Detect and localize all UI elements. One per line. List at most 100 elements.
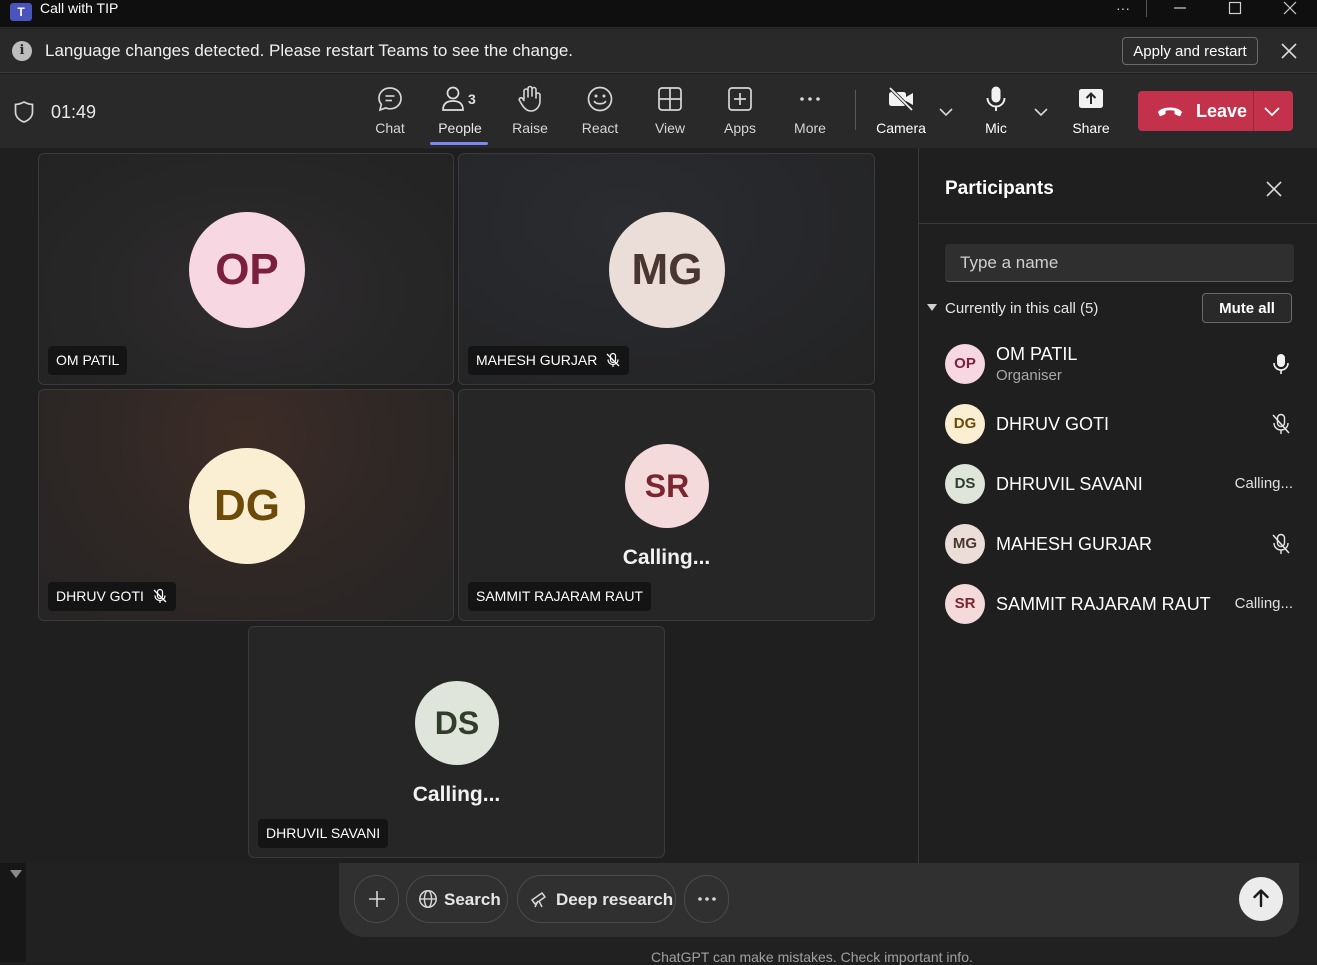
banner-close-icon[interactable]: [1276, 38, 1302, 64]
video-tile-dhruvil-savani[interactable]: DS Calling... DHRUVIL SAVANI: [248, 626, 665, 858]
send-button[interactable]: [1239, 877, 1283, 921]
participant-row[interactable]: MG MAHESH GURJAR: [919, 516, 1317, 572]
raise-hand-button[interactable]: Raise: [498, 84, 562, 144]
people-count-badge: 3: [468, 91, 476, 107]
participant-name: DHRUV GOTI: [996, 414, 1110, 434]
avatar: MG: [945, 524, 985, 564]
more-button[interactable]: More: [778, 84, 842, 144]
participant-name: OM PATIL: [996, 344, 1078, 364]
microphone-icon: [986, 86, 1006, 111]
react-button[interactable]: React: [568, 84, 632, 144]
telescope-icon: [531, 892, 546, 908]
mic-options-chevron-icon[interactable]: [1031, 102, 1051, 122]
chat-label: Chat: [375, 120, 405, 136]
info-icon: i: [12, 41, 32, 61]
section-label: Currently in this call (5): [945, 300, 1099, 317]
deep-research-label: Deep research: [556, 890, 674, 909]
react-label: React: [581, 120, 619, 136]
disclaimer-text: ChatGPT can make mistakes. Check importa…: [651, 949, 973, 965]
calling-status: Calling...: [622, 546, 711, 569]
mic-muted-icon[interactable]: [1270, 412, 1292, 441]
title-bar: T Call with TIP ···: [0, 0, 1317, 28]
calling-status: Calling...: [412, 783, 501, 806]
people-button[interactable]: 3 People: [428, 84, 492, 145]
participant-name: SAMMIT RAJARAM RAUT: [996, 594, 1211, 614]
people-icon: [442, 86, 464, 111]
teams-logo-icon: T: [10, 3, 32, 21]
participant-search-input[interactable]: [945, 244, 1294, 282]
view-button[interactable]: View: [638, 84, 702, 144]
calling-status: Calling...: [1234, 475, 1293, 492]
deep-research-button[interactable]: Deep research: [517, 875, 676, 923]
video-tile-om-patil[interactable]: OP OM PATIL: [38, 153, 454, 385]
globe-icon: [419, 890, 437, 908]
minimize-button[interactable]: [1160, 0, 1200, 17]
banner-message: Language changes detected. Please restar…: [45, 41, 573, 60]
people-label: People: [438, 120, 482, 136]
search-tool-label: Search: [444, 890, 501, 909]
mic-muted-icon: [606, 352, 620, 367]
video-tile-sammit-rajaram-raut[interactable]: SR Calling... SAMMIT RAJARAM RAUT: [458, 389, 875, 621]
search-tool-button[interactable]: Search: [406, 875, 508, 923]
mute-all-button[interactable]: Mute all: [1202, 293, 1292, 323]
video-tile-mahesh-gurjar[interactable]: MG MAHESH GURJAR: [458, 153, 875, 385]
smiley-icon: [587, 86, 613, 112]
leave-options-chevron-icon[interactable]: [1261, 102, 1283, 120]
collapse-triangle-icon: [927, 304, 937, 312]
participant-name: DHRUV GOTI: [56, 588, 144, 604]
notification-banner: i Language changes detected. Please rest…: [0, 29, 1317, 73]
plus-icon: [369, 891, 385, 907]
mic-muted-icon[interactable]: [1270, 532, 1292, 561]
video-tile-dhruv-goti[interactable]: DG DHRUV GOTI: [38, 389, 454, 621]
share-screen-icon: [1079, 89, 1103, 108]
participant-row[interactable]: SR SAMMIT RAJARAM RAUT Calling...: [919, 576, 1317, 632]
leave-button[interactable]: Leave: [1138, 91, 1293, 131]
microphone-icon[interactable]: [1270, 352, 1292, 381]
participant-name-tag: DHRUVIL SAVANI: [258, 819, 389, 848]
dropdown-triangle-icon[interactable]: [10, 870, 22, 878]
participant-row[interactable]: DS DHRUVIL SAVANI Calling...: [919, 456, 1317, 512]
mic-muted-icon: [153, 588, 167, 603]
participant-row[interactable]: DG DHRUV GOTI: [919, 396, 1317, 452]
call-toolbar: 01:49 Chat 3 People Raise React View App…: [0, 74, 1317, 148]
panel-close-icon[interactable]: [1263, 178, 1285, 200]
apps-label: Apps: [724, 120, 756, 136]
camera-button[interactable]: Camera: [869, 84, 933, 144]
participant-name: OM PATIL: [56, 352, 120, 368]
raise-label: Raise: [512, 120, 548, 136]
add-attachment-button[interactable]: [354, 875, 399, 923]
participant-name: DHRUVIL SAVANI: [266, 825, 381, 841]
chat-icon: [378, 87, 402, 112]
leave-label: Leave: [1196, 101, 1248, 121]
chat-composer: Search Deep research: [339, 863, 1299, 937]
apply-and-restart-button[interactable]: Apply and restart: [1122, 37, 1258, 65]
more-tools-button[interactable]: [684, 875, 729, 923]
close-window-button[interactable]: [1270, 0, 1310, 17]
mic-button[interactable]: Mic: [964, 84, 1028, 144]
share-label: Share: [1072, 120, 1110, 136]
more-label: More: [794, 120, 826, 136]
in-call-section-header[interactable]: Currently in this call (5): [927, 300, 1098, 317]
shield-icon: [13, 100, 35, 129]
video-stage: OP OM PATIL MG MAHESH GURJAR DG DHRUV GO…: [0, 148, 918, 863]
camera-label: Camera: [876, 120, 926, 136]
chat-button[interactable]: Chat: [358, 84, 422, 144]
participant-role: Organiser: [996, 367, 1062, 384]
camera-options-chevron-icon[interactable]: [936, 102, 956, 122]
add-app-icon: [728, 87, 752, 111]
avatar: MG: [609, 212, 725, 328]
titlebar-divider: [1146, 0, 1147, 17]
avatar: SR: [945, 584, 985, 624]
camera-off-icon: [888, 86, 914, 112]
panel-divider: [919, 223, 1317, 224]
avatar: DG: [945, 404, 985, 444]
avatar: OP: [189, 212, 305, 328]
maximize-button[interactable]: [1215, 0, 1255, 17]
more-options-icon[interactable]: ···: [1103, 0, 1143, 17]
apps-button[interactable]: Apps: [708, 84, 772, 144]
participants-panel: Participants Currently in this call (5) …: [918, 148, 1317, 863]
participant-row[interactable]: OP OM PATIL Organiser: [919, 336, 1317, 392]
participant-name: SAMMIT RAJARAM RAUT: [476, 588, 643, 604]
calling-status: Calling...: [1234, 595, 1293, 612]
share-button[interactable]: Share: [1059, 84, 1123, 144]
